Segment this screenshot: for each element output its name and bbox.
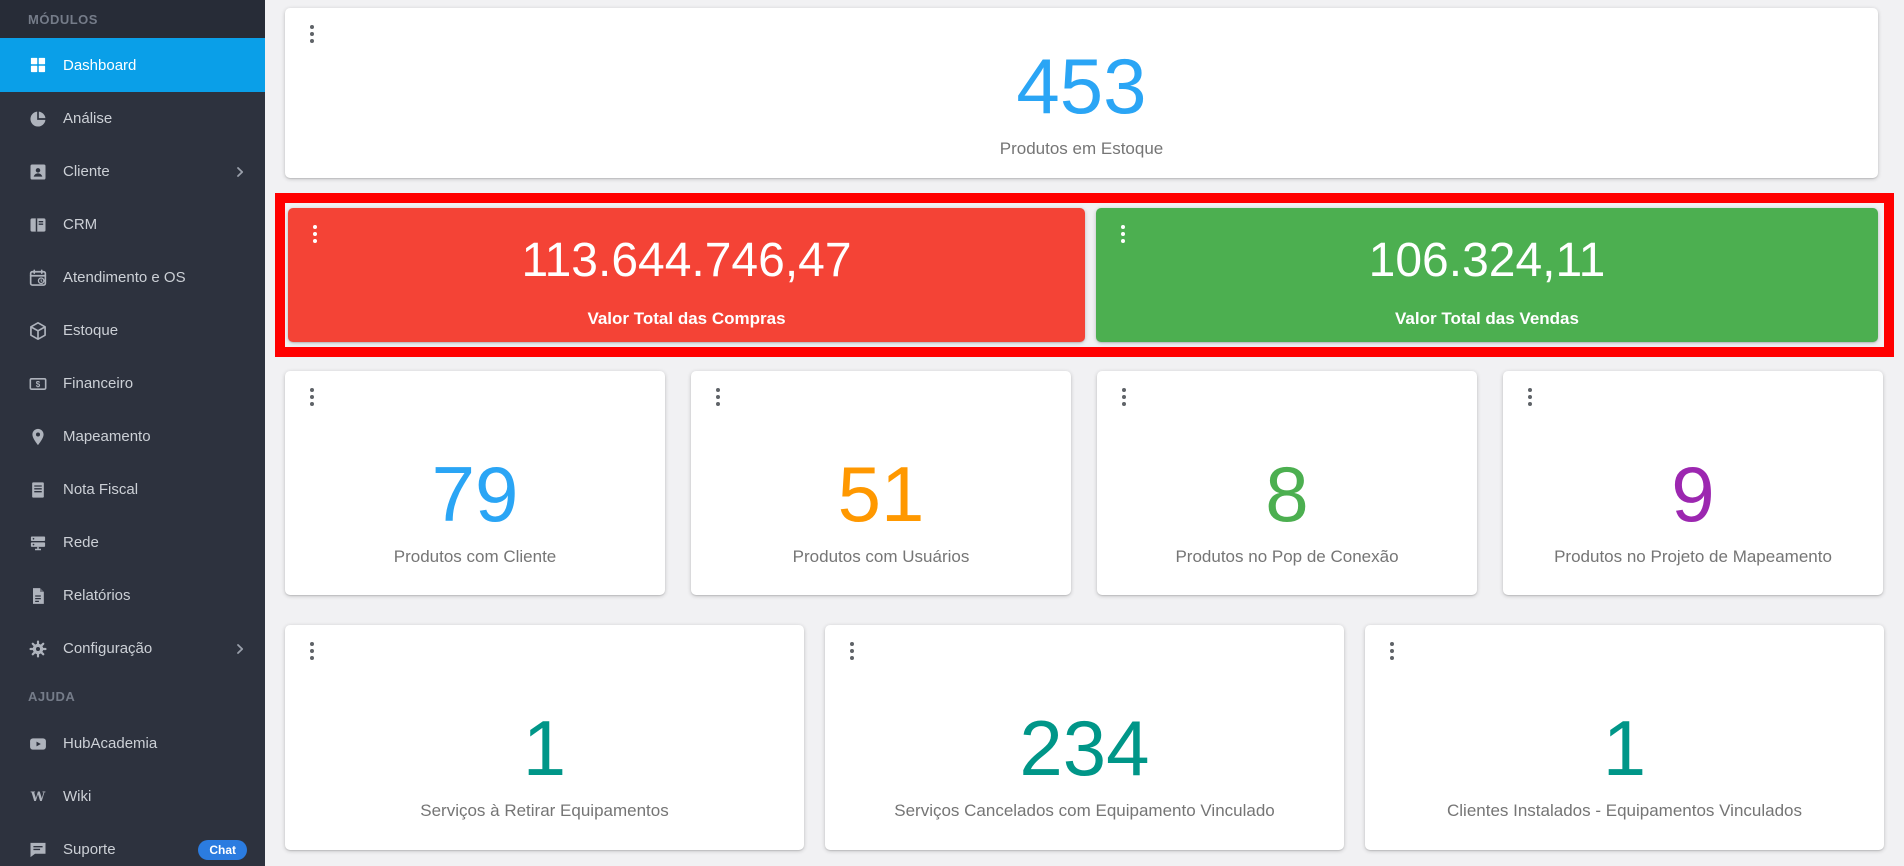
sidebar-item-estoque[interactable]: Estoque: [0, 304, 265, 357]
card-value: 9: [1671, 449, 1715, 538]
card-value: 1: [1602, 704, 1647, 792]
card-servicos-cancelados-vinculado: 234 Serviços Cancelados com Equipamento …: [825, 625, 1344, 850]
card-label: Valor Total das Vendas: [1395, 308, 1579, 328]
sidebar-item-suporte[interactable]: Suporte Chat: [0, 823, 265, 866]
section-title: AJUDA: [28, 688, 76, 704]
card-servicos-retirar-equipamentos: 1 Serviços à Retirar Equipamentos: [285, 625, 804, 850]
sidebar-section-ajuda: AJUDA: [0, 675, 265, 717]
card-value: 1: [522, 704, 567, 792]
sidebar-item-cliente[interactable]: Cliente: [0, 145, 265, 198]
sidebar-item-crm[interactable]: CRM: [0, 198, 265, 251]
kebab-menu-icon[interactable]: [300, 637, 324, 665]
report-file-icon: [28, 586, 48, 606]
pie-chart-icon: [28, 109, 48, 129]
sidebar-item-analise[interactable]: Análise: [0, 92, 265, 145]
sidebar-item-rede[interactable]: Rede: [0, 516, 265, 569]
card-valor-total-vendas: 106.324,11 Valor Total das Vendas: [1096, 208, 1878, 342]
gear-icon: [28, 639, 48, 659]
sidebar-item-label: Nota Fiscal: [63, 481, 139, 498]
sidebar-item-label: Dashboard: [63, 56, 137, 74]
network-server-icon: [28, 533, 48, 553]
card-label: Valor Total das Compras: [587, 308, 786, 328]
sidebar-item-mapeamento[interactable]: Mapeamento: [0, 410, 265, 463]
card-label: Produtos com Usuários: [792, 546, 970, 566]
card-produtos-em-estoque: 453 Produtos em Estoque: [285, 8, 1878, 178]
client-portrait-icon: [28, 162, 48, 182]
card-label: Produtos no Pop de Conexão: [1175, 546, 1399, 566]
chevron-right-icon: [233, 165, 247, 179]
sidebar-item-label: Financeiro: [63, 375, 134, 392]
dashboard-icon: [28, 55, 48, 75]
card-produtos-com-cliente: 79 Produtos com Cliente: [285, 371, 665, 595]
app-root: MÓDULOS Dashboard Análise Cliente CRM At…: [0, 0, 1904, 866]
wiki-w-icon: W: [28, 787, 48, 807]
svg-text:$: $: [36, 380, 41, 389]
sidebar-item-hubacademia[interactable]: HubAcademia: [0, 717, 265, 770]
card-value: 113.644.746,47: [521, 233, 852, 287]
sidebar-item-atendimento-os[interactable]: Atendimento e OS: [0, 251, 265, 304]
card-valor-total-compras: 113.644.746,47 Valor Total das Compras: [288, 208, 1085, 342]
card-label: Produtos com Cliente: [393, 546, 557, 566]
card-clientes-instalados-vinculados: 1 Clientes Instalados - Equipamentos Vin…: [1365, 625, 1884, 850]
sidebar-item-configuracao[interactable]: Configuração: [0, 622, 265, 675]
chat-bubble-icon: [28, 840, 48, 860]
sidebar-item-label: Estoque: [63, 322, 119, 339]
sidebar-item-nota-fiscal[interactable]: Nota Fiscal: [0, 463, 265, 516]
kebab-menu-icon[interactable]: [300, 383, 324, 411]
card-label: Serviços Cancelados com Equipamento Vinc…: [894, 801, 1275, 820]
card-label: Serviços à Retirar Equipamentos: [420, 801, 669, 820]
card-value: 8: [1265, 449, 1309, 538]
card-value: 79: [431, 449, 519, 538]
card-label: Produtos em Estoque: [999, 139, 1164, 158]
map-pin-icon: [28, 427, 48, 447]
sidebar-item-label: Relatórios: [63, 587, 131, 604]
kebab-menu-icon[interactable]: [1112, 383, 1136, 411]
card-value: 234: [1019, 704, 1150, 792]
video-play-icon: [28, 734, 48, 754]
sidebar-item-relatorios[interactable]: Relatórios: [0, 569, 265, 622]
kebab-menu-icon[interactable]: [300, 20, 324, 48]
sidebar: MÓDULOS Dashboard Análise Cliente CRM At…: [0, 0, 265, 866]
kebab-menu-icon[interactable]: [706, 383, 730, 411]
section-title: MÓDULOS: [28, 11, 98, 27]
sidebar-section-modulos: MÓDULOS: [0, 0, 265, 38]
sidebar-item-dashboard[interactable]: Dashboard: [0, 38, 265, 92]
kebab-menu-icon[interactable]: [1518, 383, 1542, 411]
card-value: 106.324,11: [1368, 233, 1606, 287]
chat-badge[interactable]: Chat: [198, 839, 247, 860]
money-note-icon: $: [28, 374, 48, 394]
sidebar-item-label: Wiki: [63, 788, 92, 805]
card-produtos-pop-conexao: 8 Produtos no Pop de Conexão: [1097, 371, 1477, 595]
card-produtos-com-usuarios: 51 Produtos com Usuários: [691, 371, 1071, 595]
sidebar-item-label: Análise: [63, 110, 113, 127]
card-produtos-projeto-mapeamento: 9 Produtos no Projeto de Mapeamento: [1503, 371, 1883, 595]
invoice-icon: [28, 480, 48, 500]
kebab-menu-icon[interactable]: [840, 637, 864, 665]
card-label: Produtos no Projeto de Mapeamento: [1554, 546, 1832, 566]
kebab-menu-icon[interactable]: [1380, 637, 1404, 665]
crm-board-icon: [28, 215, 48, 235]
kebab-menu-icon[interactable]: [1111, 220, 1135, 248]
card-value: 51: [837, 449, 925, 538]
sidebar-item-label: Configuração: [63, 640, 153, 657]
kebab-menu-icon[interactable]: [303, 220, 327, 248]
chevron-right-icon: [233, 642, 247, 656]
sidebar-item-label: HubAcademia: [63, 735, 158, 752]
package-box-icon: [28, 321, 48, 341]
card-label: Clientes Instalados - Equipamentos Vincu…: [1446, 801, 1802, 820]
sidebar-item-financeiro[interactable]: $ Financeiro: [0, 357, 265, 410]
sidebar-item-wiki[interactable]: W Wiki: [0, 770, 265, 823]
sidebar-item-label: CRM: [63, 216, 98, 233]
svg-text:W: W: [30, 790, 46, 805]
calendar-clock-icon: [28, 268, 48, 288]
sidebar-item-label: Rede: [63, 534, 99, 551]
sidebar-item-label: Mapeamento: [63, 428, 151, 445]
sidebar-item-label: Atendimento e OS: [63, 269, 186, 286]
sidebar-item-label: Cliente: [63, 163, 110, 180]
sidebar-item-label: Suporte: [63, 841, 116, 858]
card-value: 453: [1016, 42, 1147, 130]
